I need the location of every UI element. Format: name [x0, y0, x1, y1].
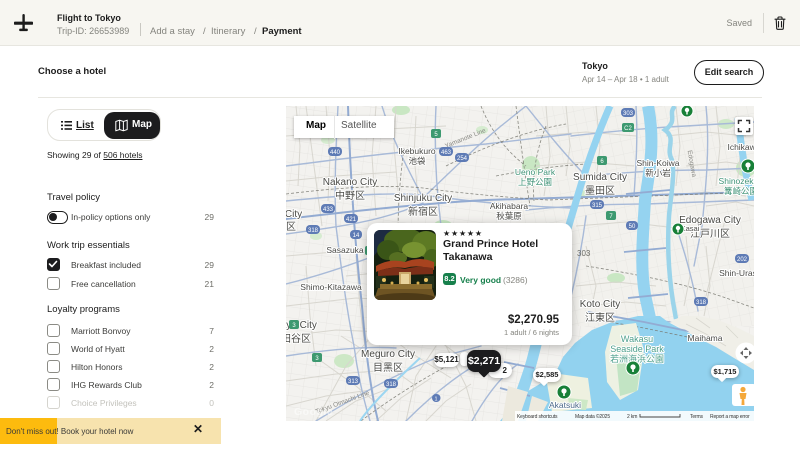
svg-text:202: 202 — [737, 257, 748, 263]
svg-text:50: 50 — [629, 224, 636, 230]
svg-text:Ichikawa: Ichikawa — [727, 142, 754, 152]
svg-text:目黑区: 目黑区 — [373, 362, 403, 374]
svg-text:Ikebukuro: Ikebukuro — [398, 146, 436, 156]
svg-text:Wakasu: Wakasu — [621, 334, 653, 344]
svg-text:中野区: 中野区 — [335, 189, 365, 202]
svg-text:Akihabara: Akihabara — [490, 201, 529, 211]
svg-text:田谷区: 田谷区 — [286, 333, 311, 345]
svg-text:Shin-Uras: Shin-Uras — [719, 268, 754, 278]
svg-text:Terms: Terms — [690, 414, 704, 420]
svg-text:上野公園: 上野公園 — [518, 177, 552, 187]
svg-text:Nakano City: Nakano City — [323, 177, 377, 188]
svg-text:303: 303 — [623, 111, 634, 117]
svg-text:C2: C2 — [624, 126, 632, 132]
svg-text:421: 421 — [346, 217, 357, 223]
svg-text:463: 463 — [441, 150, 452, 156]
svg-text:新小岩: 新小岩 — [645, 168, 671, 178]
svg-text:14: 14 — [353, 233, 360, 239]
svg-text:Report a map error: Report a map error — [710, 414, 750, 420]
svg-text:254: 254 — [457, 156, 468, 162]
svg-text:Akatsuki: Akatsuki — [549, 400, 581, 410]
svg-text:新宿区: 新宿区 — [408, 205, 438, 218]
svg-text:Map data ©2025: Map data ©2025 — [575, 413, 610, 420]
svg-text:Google: Google — [294, 406, 333, 418]
svg-text:Sumida City: Sumida City — [573, 172, 627, 183]
svg-text:Maihama: Maihama — [688, 333, 723, 343]
svg-text:Shinozeki P: Shinozeki P — [719, 176, 754, 186]
svg-text:秋葉原: 秋葉原 — [496, 211, 522, 221]
svg-text:Shimo-Kitazawa: Shimo-Kitazawa — [300, 282, 362, 292]
svg-text:Shinjuku City: Shinjuku City — [394, 193, 452, 204]
svg-text:i City: i City — [286, 209, 302, 220]
svg-text:433: 433 — [323, 207, 334, 213]
svg-text:江東区: 江東区 — [585, 311, 615, 324]
svg-text:Koto City: Koto City — [580, 299, 621, 310]
svg-text:Seaside Park: Seaside Park — [610, 344, 664, 354]
svg-text:315: 315 — [592, 203, 603, 209]
svg-text:区: 区 — [286, 221, 296, 233]
svg-text:篝崎公園: 篝崎公園 — [724, 186, 754, 196]
svg-text:313: 313 — [348, 379, 359, 385]
svg-text:Shin-Koiwa: Shin-Koiwa — [637, 158, 680, 168]
svg-text:Keyboard shortcuts: Keyboard shortcuts — [517, 414, 558, 420]
svg-text:318: 318 — [386, 382, 397, 388]
svg-text:Ueno Park: Ueno Park — [515, 167, 556, 177]
svg-text:墨田区: 墨田区 — [585, 185, 615, 197]
svg-text:318: 318 — [696, 300, 707, 306]
svg-text:池袋: 池袋 — [408, 156, 426, 166]
svg-text:Sasazuka: Sasazuka — [326, 245, 364, 255]
svg-text:2 km: 2 km — [627, 414, 637, 420]
svg-text:318: 318 — [308, 228, 319, 234]
svg-text:1: 1 — [434, 397, 437, 403]
svg-text:303: 303 — [577, 249, 591, 258]
svg-text:440: 440 — [330, 150, 341, 156]
svg-text:Meguro City: Meguro City — [361, 349, 415, 360]
